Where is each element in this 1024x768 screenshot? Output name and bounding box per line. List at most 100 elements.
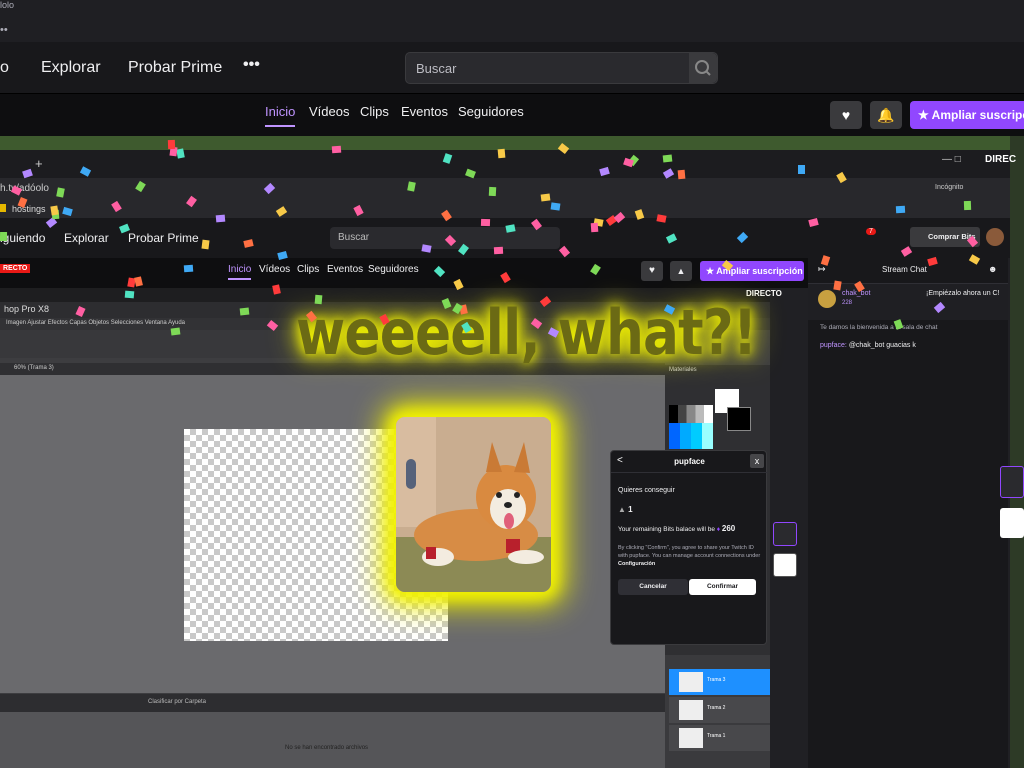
- follow-button[interactable]: ♥: [830, 101, 862, 129]
- inner-nav-following: iguiendo: [0, 231, 46, 245]
- background-grass: [0, 136, 1024, 150]
- cancel-button[interactable]: Cancelar: [618, 579, 688, 595]
- nav-explore[interactable]: Explorar: [41, 59, 101, 77]
- inner-avatar: [986, 228, 1004, 246]
- psp-title: hop Pro X8: [4, 304, 50, 314]
- inner-search-placeholder: Buscar: [338, 232, 370, 243]
- close-icon[interactable]: x: [750, 454, 764, 468]
- inner-heart-icon: ♥: [641, 261, 663, 281]
- pinned-message: chak_bot 228 ¡Empiézalo ahora un C!: [808, 284, 1008, 320]
- bits-remaining-text: Your remaining Bits balace will be: [618, 526, 715, 533]
- folder-icon: [0, 204, 6, 212]
- psp-tab-label: 60% (Trama 3): [14, 365, 54, 371]
- search-placeholder: Buscar: [416, 61, 457, 76]
- pinned-text: ¡Empiézalo ahora un C!: [926, 290, 1000, 297]
- bits-legal-text: By clicking "Confirm", you agree to shar…: [618, 544, 763, 568]
- extension-icon[interactable]: [773, 553, 797, 577]
- bits-amount: ▲ 1: [618, 505, 633, 514]
- psp-bottom-toolbar: Clasificar por Carpeta: [0, 694, 665, 712]
- inner-nav-prime: Probar Prime: [128, 231, 199, 245]
- bits-question: Quieres conseguir: [618, 487, 675, 494]
- inner-live-badge: RECTO: [0, 264, 31, 273]
- bits-amount-value: 1: [628, 505, 633, 514]
- palette-blue: [669, 423, 713, 449]
- chat-message-user: pupface:: [820, 342, 847, 349]
- tab-inicio[interactable]: Inicio: [265, 104, 296, 127]
- window-title-strip: lolo ••: [0, 0, 1024, 42]
- corgi-image: [396, 417, 551, 592]
- bits-gem-icon: ▲: [618, 505, 626, 514]
- users-icon: ☻: [988, 264, 998, 274]
- layer-row: Trama 1: [669, 725, 770, 751]
- inner-subscribe-label: Ampliar suscripción: [716, 266, 803, 276]
- psp-status-text: No se han encontrado archivos: [285, 745, 369, 751]
- layer-thumb: [679, 728, 703, 748]
- chat-message: pupface: @chak_bot guacias k: [820, 342, 916, 349]
- bot-avatar: [818, 290, 836, 308]
- tab-eventos[interactable]: Eventos: [401, 104, 448, 119]
- bits-gem-icon: ♦: [716, 526, 721, 533]
- extension-icon[interactable]: [1000, 508, 1024, 538]
- background-color-swatch: [727, 407, 751, 431]
- bits-confirm-dialog: < pupface x Quieres conseguir ▲ 1 Your r…: [610, 450, 768, 645]
- layers-panel: Trama 3 Trama 2 Trama 1: [665, 655, 770, 768]
- layer-thumb: [679, 700, 703, 720]
- new-tab-icon: +: [35, 156, 43, 171]
- outer-right-edge: [1000, 136, 1024, 768]
- inner-twitch-nav: iguiendo Explorar Probar Prime Buscar 7 …: [0, 218, 1010, 258]
- layer-row: Trama 2: [669, 697, 770, 723]
- pinned-user: chak_bot: [842, 290, 871, 297]
- inner-tab-strip: + — □: [0, 150, 1010, 178]
- inner-url: h.tv/adóolo: [0, 183, 49, 194]
- bookmark-hostings: hostings: [12, 204, 46, 214]
- settings-link[interactable]: Configuración: [618, 561, 655, 567]
- bits-remaining-value: 260: [721, 524, 736, 533]
- psp-organizer: No se han encontrado archivos: [0, 712, 665, 768]
- window-menu-dots[interactable]: ••: [0, 24, 8, 36]
- star-icon: ★: [918, 108, 929, 122]
- tab-seguidores[interactable]: Seguidores: [458, 104, 524, 119]
- collapse-icon: ↦: [818, 264, 826, 274]
- layer-label: Trama 1: [707, 733, 726, 739]
- layer-thumb: [679, 672, 703, 692]
- screen: lolo •• o Explorar Probar Prime ••• Busc…: [0, 0, 1024, 768]
- nav-prime[interactable]: Probar Prime: [128, 59, 222, 77]
- inner-subscribe-button: ★ Ampliar suscripción: [700, 261, 804, 281]
- psp-bottom-tools: Clasificar por Carpeta: [148, 699, 207, 705]
- subscribe-label: Ampliar suscripción: [931, 108, 1024, 122]
- pinned-badge: 228: [842, 300, 853, 306]
- inner-buy-bits-button: Comprar Bits: [910, 227, 980, 247]
- inner-tab-seguidores: Seguidores: [368, 264, 419, 275]
- inner-url-bar: h.tv/adóolo Incógnito: [0, 178, 1010, 200]
- window-title: lolo: [0, 0, 15, 10]
- bits-remaining: Your remaining Bits balace will be ♦ 260: [618, 524, 735, 533]
- inner-tab-videos: Vídeos: [259, 264, 291, 275]
- search-input[interactable]: Buscar: [405, 52, 718, 84]
- corgi-picture: [396, 417, 551, 592]
- psp-menu-items: Imagen Ajustar Efectos Capas Objetos Sel…: [6, 320, 186, 326]
- layer-row: Trama 3: [669, 669, 770, 695]
- notifications-button[interactable]: 🔔: [870, 101, 902, 129]
- tab-videos[interactable]: Vídeos: [309, 104, 349, 119]
- bits-dialog-header: < pupface x: [611, 451, 768, 473]
- channel-tabs: Inicio Vídeos Clips Eventos Seguidores ♥…: [0, 94, 1024, 136]
- bits-dialog-title: pupface: [674, 457, 705, 466]
- inner-buy-bits-label: Comprar Bits: [928, 232, 976, 241]
- search-button[interactable]: [689, 53, 717, 83]
- inner-nav-explore: Explorar: [64, 231, 109, 245]
- layer-label: Trama 3: [707, 677, 726, 683]
- chat-message-text: @chak_bot guacias k: [848, 342, 916, 349]
- notification-count-badge: 7: [866, 228, 876, 235]
- extension-pupface-icon[interactable]: [773, 522, 797, 546]
- heart-icon: ♥: [841, 107, 851, 123]
- extension-icon[interactable]: [1000, 466, 1024, 498]
- subscribe-button[interactable]: ★ Ampliar suscripción: [910, 101, 1024, 129]
- more-menu-button[interactable]: •••: [243, 56, 260, 74]
- chat-welcome: Te damos la bienvenida a la sala de chat: [820, 324, 938, 331]
- tab-clips[interactable]: Clips: [360, 104, 389, 119]
- inner-stream-chat: ↦ Stream Chat ☻ chak_bot 228 ¡Empiézalo …: [808, 256, 1008, 768]
- inner-channel-tabs: RECTO Inicio Vídeos Clips Eventos Seguid…: [0, 258, 808, 288]
- inner-tab-eventos: Eventos: [327, 264, 364, 275]
- confirm-button[interactable]: Confirmar: [689, 579, 756, 595]
- nav-following-partial[interactable]: o: [0, 59, 9, 77]
